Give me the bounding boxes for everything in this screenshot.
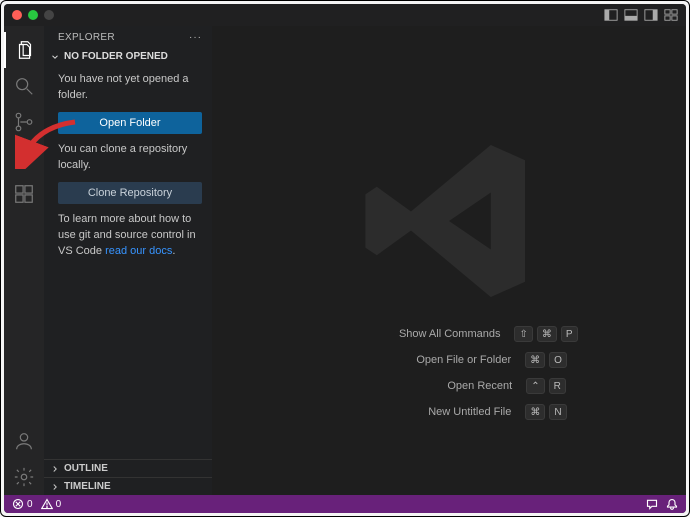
run-debug-icon bbox=[13, 147, 35, 169]
open-folder-button[interactable]: Open Folder bbox=[58, 112, 202, 134]
activity-explorer[interactable] bbox=[4, 32, 44, 68]
activity-extensions[interactable] bbox=[4, 176, 44, 212]
bell-icon[interactable] bbox=[666, 498, 678, 510]
shortcut-open-file: Open File or Folder ⌘ O bbox=[331, 352, 567, 368]
activity-run-debug[interactable] bbox=[4, 140, 44, 176]
layout-controls bbox=[604, 8, 678, 22]
extensions-icon bbox=[13, 183, 35, 205]
welcome-shortcuts: Show All Commands ⇧ ⌘ P Open File or Fol… bbox=[212, 326, 686, 420]
explorer-title: EXPLORER bbox=[58, 32, 115, 43]
shortcut-new-file: New Untitled File ⌘ N bbox=[331, 404, 566, 420]
maximize-window-icon[interactable] bbox=[44, 10, 54, 20]
search-icon bbox=[13, 75, 35, 97]
files-icon bbox=[14, 39, 36, 61]
key-r: R bbox=[549, 378, 566, 394]
activity-source-control[interactable] bbox=[4, 104, 44, 140]
warning-icon bbox=[41, 498, 53, 510]
layout-customize-icon[interactable] bbox=[664, 8, 678, 22]
layout-primary-icon[interactable] bbox=[604, 8, 618, 22]
explorer-sidebar: EXPLORER ··· NO FOLDER OPENED You have n… bbox=[44, 26, 212, 495]
status-errors[interactable]: 0 bbox=[12, 498, 33, 510]
clone-repository-button[interactable]: Clone Repository bbox=[58, 182, 202, 204]
status-bar: 0 0 bbox=[4, 495, 686, 513]
key-p: P bbox=[561, 326, 578, 342]
key-o: O bbox=[549, 352, 567, 368]
explorer-more-icon[interactable]: ··· bbox=[189, 32, 202, 43]
layout-panel-icon[interactable] bbox=[624, 8, 638, 22]
activity-bar bbox=[4, 26, 44, 495]
accounts-icon bbox=[13, 430, 35, 452]
no-folder-label: NO FOLDER OPENED bbox=[64, 51, 168, 62]
chevron-right-icon bbox=[50, 482, 60, 492]
activity-search[interactable] bbox=[4, 68, 44, 104]
outline-section[interactable]: OUTLINE bbox=[44, 459, 212, 477]
activity-accounts[interactable] bbox=[4, 423, 44, 459]
learn-more-text: To learn more about how to use git and s… bbox=[58, 212, 202, 260]
key-n: N bbox=[549, 404, 566, 420]
activity-settings[interactable] bbox=[4, 459, 44, 495]
timeline-section[interactable]: TIMELINE bbox=[44, 477, 212, 495]
key-cmd: ⌘ bbox=[525, 404, 545, 420]
key-cmd: ⌘ bbox=[537, 326, 557, 342]
minimize-window-icon[interactable] bbox=[28, 10, 38, 20]
chevron-down-icon bbox=[50, 52, 60, 62]
chevron-right-icon bbox=[50, 464, 60, 474]
layout-secondary-icon[interactable] bbox=[644, 8, 658, 22]
key-ctrl: ⌃ bbox=[526, 378, 544, 394]
close-window-icon[interactable] bbox=[12, 10, 22, 20]
shortcut-show-commands: Show All Commands ⇧ ⌘ P bbox=[320, 326, 577, 342]
settings-gear-icon bbox=[13, 466, 35, 488]
error-icon bbox=[12, 498, 24, 510]
window-controls bbox=[12, 10, 54, 20]
read-our-docs-link[interactable]: read our docs bbox=[105, 245, 172, 257]
vscode-watermark-icon bbox=[354, 126, 544, 316]
editor-area: Show All Commands ⇧ ⌘ P Open File or Fol… bbox=[212, 26, 686, 495]
no-folder-section[interactable]: NO FOLDER OPENED bbox=[44, 47, 212, 66]
no-folder-text: You have not yet opened a folder. bbox=[58, 72, 202, 104]
clone-text: You can clone a repository locally. bbox=[58, 142, 202, 174]
key-cmd: ⌘ bbox=[525, 352, 545, 368]
feedback-icon[interactable] bbox=[646, 498, 658, 510]
key-shift: ⇧ bbox=[514, 326, 532, 342]
timeline-label: TIMELINE bbox=[64, 481, 111, 492]
outline-label: OUTLINE bbox=[64, 463, 108, 474]
status-warnings[interactable]: 0 bbox=[41, 498, 62, 510]
shortcut-open-recent: Open Recent ⌃ R bbox=[332, 378, 566, 394]
source-control-icon bbox=[13, 111, 35, 133]
titlebar bbox=[4, 4, 686, 26]
